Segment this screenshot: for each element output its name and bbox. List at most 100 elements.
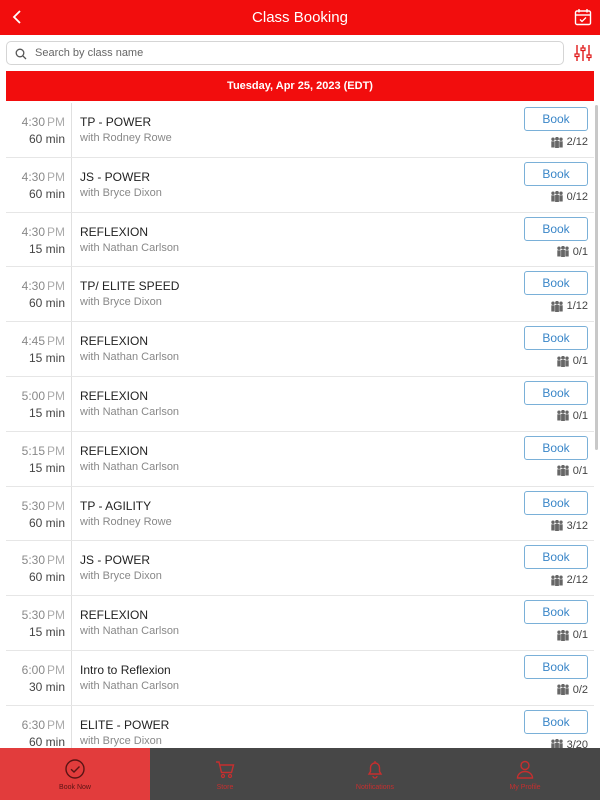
capacity-count: 0/1 bbox=[572, 245, 588, 258]
class-name: Intro to Reflexion bbox=[80, 662, 171, 677]
class-coach: with Rodney Rowe bbox=[80, 515, 172, 528]
class-row[interactable]: 5:30 PM 15 min REFLEXION with Nathan Carlson… bbox=[6, 596, 594, 651]
class-duration: 15 min bbox=[28, 405, 65, 420]
capacity: 3/20 bbox=[550, 739, 588, 748]
class-coach: with Bryce Dixon bbox=[80, 186, 162, 199]
tab-label: Notifications bbox=[355, 783, 395, 791]
class-name: REFLEXION bbox=[80, 334, 149, 349]
tab-store[interactable]: Store bbox=[150, 748, 300, 800]
capacity: 0/12 bbox=[550, 191, 588, 203]
class-duration: 60 min bbox=[28, 515, 65, 530]
capacity: 1/12 bbox=[550, 300, 588, 312]
class-row[interactable]: 5:15 PM 15 min REFLEXION with Nathan Carlson… bbox=[6, 431, 594, 487]
search-input[interactable] bbox=[35, 47, 535, 59]
start-time: 4:30 PM bbox=[21, 224, 65, 239]
book-button[interactable]: Book bbox=[524, 107, 588, 131]
people-icon bbox=[550, 191, 564, 203]
capacity: 0/1 bbox=[556, 246, 588, 258]
start-time: 4:30 PM bbox=[21, 115, 65, 129]
people-icon bbox=[556, 465, 570, 477]
class-coach: with Bryce Dixon bbox=[80, 734, 162, 747]
class-row[interactable]: 5:30 PM 60 min TP - AGILITY with Rodney Rowe… bbox=[6, 486, 594, 542]
people-icon bbox=[550, 739, 564, 748]
book-button[interactable]: Book bbox=[524, 326, 588, 351]
capacity-count: 0/12 bbox=[566, 190, 588, 203]
class-duration: 15 min bbox=[28, 460, 65, 475]
search-box[interactable] bbox=[6, 41, 564, 65]
class-row[interactable]: 5:00 PM 15 min REFLEXION with Nathan Carlson… bbox=[6, 376, 594, 432]
book-button[interactable]: Book bbox=[524, 380, 588, 405]
time-ampm: PM bbox=[47, 279, 65, 294]
class-info: TP/ ELITE SPEED with Bryce Dixon bbox=[80, 279, 179, 308]
scrollbar[interactable] bbox=[595, 105, 598, 450]
class-list: 4:30 PM 60 min TP - POWER with Rodney Rowe Bo… bbox=[6, 103, 594, 748]
class-name: REFLEXION bbox=[80, 388, 149, 403]
time-ampm: PM bbox=[47, 662, 65, 677]
bell-icon bbox=[364, 758, 386, 784]
tab-my-profile[interactable]: My Profile bbox=[450, 748, 600, 800]
class-row[interactable]: 4:45 PM 15 min REFLEXION with Nathan Carlson… bbox=[6, 322, 594, 377]
class-info: JS - POWER with Bryce Dixon bbox=[80, 553, 162, 582]
class-info: JS - POWER with Bryce Dixon bbox=[80, 170, 162, 199]
class-row[interactable]: 5:30 PM 60 min JS - POWER with Bryce Dixon Bo… bbox=[6, 541, 594, 597]
class-name: REFLEXION bbox=[80, 443, 149, 458]
start-time: 5:30 PM bbox=[21, 608, 65, 623]
start-time: 4:30 PM bbox=[21, 169, 65, 184]
class-row[interactable]: 4:30 PM 60 min TP/ ELITE SPEED with Bryce Di… bbox=[6, 267, 594, 323]
class-row[interactable]: 4:30 PM 60 min JS - POWER with Bryce Dixon Bo… bbox=[6, 157, 594, 213]
page-title: Class Booking bbox=[252, 9, 348, 26]
chevron-left-icon[interactable] bbox=[6, 6, 28, 28]
book-button[interactable]: Book bbox=[524, 545, 588, 570]
class-row[interactable]: 4:30 PM 15 min REFLEXION with Nathan Carlson… bbox=[6, 212, 594, 268]
time-ampm: PM bbox=[47, 334, 65, 349]
book-button[interactable]: Book bbox=[524, 161, 588, 186]
tab-book-now[interactable]: Book Now bbox=[0, 748, 150, 800]
book-button[interactable]: Book bbox=[524, 600, 588, 625]
class-coach: with Nathan Carlson bbox=[80, 351, 180, 364]
people-icon bbox=[556, 245, 570, 258]
capacity: 0/1 bbox=[556, 355, 588, 367]
time-column: 5:30 PM 60 min bbox=[6, 541, 72, 596]
class-info: REFLEXION with Nathan Carlson bbox=[80, 444, 179, 473]
people-icon bbox=[550, 136, 564, 148]
class-row[interactable]: 4:30 PM 60 min TP - POWER with Rodney Rowe Bo… bbox=[6, 103, 594, 158]
class-coach: with Nathan Carlson bbox=[80, 241, 180, 254]
time-ampm: PM bbox=[47, 717, 65, 732]
time-column: 4:30 PM 60 min bbox=[6, 157, 72, 212]
book-button[interactable]: Book bbox=[524, 216, 588, 241]
book-button[interactable]: Book bbox=[524, 709, 588, 734]
capacity-count: 0/1 bbox=[572, 409, 588, 422]
bottom-tab-bar: Book Now Store Notifications My Profile bbox=[0, 748, 600, 800]
tab-label: My Profile bbox=[509, 783, 541, 791]
class-name: JS - POWER bbox=[80, 169, 151, 184]
class-name: TP/ ELITE SPEED bbox=[80, 279, 180, 294]
time-column: 4:30 PM 15 min bbox=[6, 212, 72, 267]
capacity-count: 0/1 bbox=[572, 629, 588, 642]
capacity-count: 2/12 bbox=[566, 136, 588, 148]
start-time: 4:30 PM bbox=[21, 279, 65, 294]
app-header: Class Booking bbox=[0, 0, 600, 35]
book-button[interactable]: Book bbox=[524, 654, 588, 679]
capacity: 0/1 bbox=[556, 410, 588, 422]
class-row[interactable]: 6:30 PM 60 min ELITE - POWER with Bryce Dixo… bbox=[6, 705, 594, 748]
capacity-count: 3/12 bbox=[566, 519, 588, 532]
book-button[interactable]: Book bbox=[524, 490, 588, 515]
class-info: REFLEXION with Nathan Carlson bbox=[80, 225, 179, 254]
capacity: 2/12 bbox=[550, 574, 588, 586]
class-name: REFLEXION bbox=[80, 224, 149, 239]
time-column: 6:00 PM 30 min bbox=[6, 650, 72, 705]
class-row[interactable]: 6:00 PM 30 min Intro to Reflexion with Natha… bbox=[6, 650, 594, 706]
calendar-check-icon[interactable] bbox=[574, 8, 592, 26]
class-duration: 15 min bbox=[28, 351, 65, 366]
sliders-icon[interactable] bbox=[574, 44, 592, 62]
time-ampm: PM bbox=[47, 608, 65, 623]
class-info: TP - POWER with Rodney Rowe bbox=[80, 115, 172, 144]
class-duration: 60 min bbox=[28, 296, 65, 311]
class-info: REFLEXION with Nathan Carlson bbox=[80, 389, 179, 418]
capacity-count: 2/12 bbox=[566, 574, 588, 587]
tab-notifications[interactable]: Notifications bbox=[300, 748, 450, 800]
book-button[interactable]: Book bbox=[524, 271, 588, 296]
time-ampm: PM bbox=[47, 169, 65, 184]
time-ampm: PM bbox=[47, 115, 65, 129]
book-button[interactable]: Book bbox=[524, 435, 588, 460]
